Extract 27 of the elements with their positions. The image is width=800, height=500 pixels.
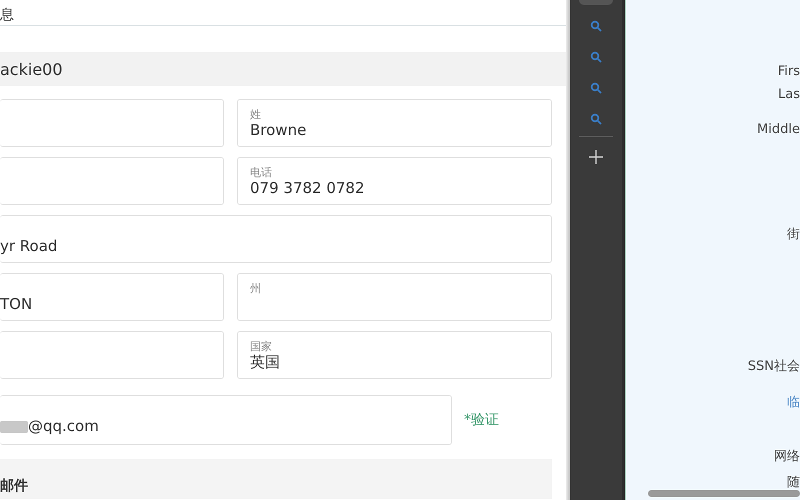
field-label: Firs xyxy=(778,64,800,79)
search-icon[interactable] xyxy=(590,113,602,125)
input-field[interactable] xyxy=(0,157,224,205)
section-title: 息 xyxy=(0,6,14,24)
search-icon[interactable] xyxy=(590,51,602,63)
search-icon[interactable] xyxy=(590,82,602,94)
field-label: Las xyxy=(778,87,800,102)
input-field[interactable] xyxy=(0,99,224,147)
input-field[interactable]: 州 xyxy=(237,273,552,321)
username: ackie00 xyxy=(0,60,63,78)
field-label: SSN社会 xyxy=(748,358,800,375)
input-field[interactable]: 电话 079 3782 0782 xyxy=(237,157,552,205)
redaction-blur xyxy=(0,421,28,433)
email-field[interactable]: @qq.com xyxy=(0,395,452,445)
input-field[interactable]: yr Road xyxy=(0,215,552,263)
field-label: 临 xyxy=(787,394,800,411)
field-label: 街 xyxy=(787,226,800,243)
field-label: 网络 xyxy=(774,448,800,465)
input-field[interactable]: 姓 Browne xyxy=(237,99,552,147)
field-label: Middle xyxy=(757,122,800,137)
input-field[interactable]: 国家 英国 xyxy=(237,331,552,379)
search-icon[interactable] xyxy=(590,20,602,32)
input-field[interactable] xyxy=(0,331,224,379)
input-field[interactable]: TON xyxy=(0,273,224,321)
section-title: 邮件 xyxy=(0,477,28,495)
field-label: 随 xyxy=(787,474,800,491)
add-icon[interactable] xyxy=(589,150,603,164)
